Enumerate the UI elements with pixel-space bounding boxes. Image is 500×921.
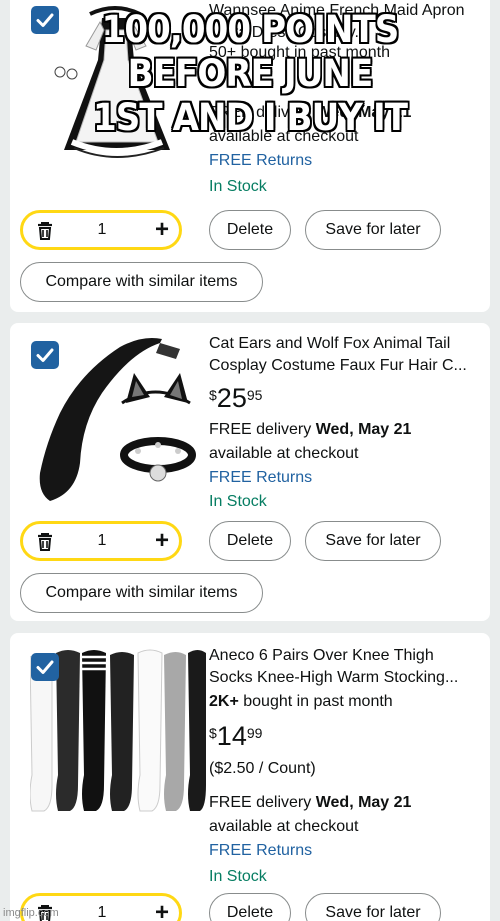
delivery-line: FREE delivery Wed, May 21 (209, 792, 411, 814)
meme-caption-line-1: 100,000 POINTS (101, 8, 400, 51)
bought-count: 2K+ bought in past month (209, 691, 393, 713)
trash-icon[interactable] (35, 532, 55, 552)
unit-price: ($2.50 / Count) (209, 760, 316, 777)
save-for-later-button[interactable]: Save for later (305, 521, 441, 561)
price: $2595 (209, 383, 262, 414)
price-whole: 25 (216, 383, 247, 413)
quantity-value: 1 (97, 532, 107, 549)
meme-caption: 100,000 POINTS BEFORE JUNE 1ST AND I BUY… (0, 8, 500, 140)
item-select-checkbox[interactable] (31, 653, 59, 681)
checkmark-icon (36, 348, 54, 362)
availability-text: available at checkout (209, 445, 359, 462)
checkmark-icon (36, 660, 54, 674)
cart-item-thigh-socks: Aneco 6 Pairs Over Knee Thigh Socks Knee… (10, 633, 490, 921)
meme-caption-line-2: BEFORE JUNE (127, 52, 374, 95)
quantity-stepper: 1 + (20, 521, 182, 561)
free-returns-link[interactable]: FREE Returns (209, 467, 312, 489)
stock-status: In Stock (209, 868, 267, 885)
save-for-later-button[interactable]: Save for later (305, 210, 441, 250)
delivery-prefix: FREE delivery (209, 794, 312, 811)
item-title[interactable]: Aneco 6 Pairs Over Knee Thigh Socks Knee… (209, 645, 481, 689)
price-whole: 14 (216, 721, 247, 751)
price-currency: $ (209, 725, 217, 741)
quantity-stepper: 1 + (20, 210, 182, 250)
quantity-value: 1 (97, 221, 107, 238)
plus-icon[interactable]: + (155, 898, 169, 921)
cart-item-cat-ears-tail: Cat Ears and Wolf Fox Animal Tail Cospla… (10, 323, 490, 621)
delivery-line: FREE delivery Wed, May 21 (209, 419, 411, 441)
price-currency: $ (209, 387, 217, 403)
item-title[interactable]: Cat Ears and Wolf Fox Animal Tail Cospla… (209, 333, 481, 377)
bought-count-rest: bought in past month (238, 693, 393, 710)
price-fraction: 99 (246, 725, 263, 741)
bought-count-bold: 2K+ (209, 693, 239, 710)
watermark: imgflip.com (3, 907, 59, 919)
delivery-date: Wed, May 21 (315, 421, 412, 438)
delete-button[interactable]: Delete (209, 893, 291, 921)
trash-icon[interactable] (35, 221, 55, 241)
plus-icon[interactable]: + (155, 215, 169, 245)
availability-text: available at checkout (209, 818, 359, 835)
compare-similar-button[interactable]: Compare with similar items (20, 262, 263, 302)
free-returns-link[interactable]: FREE Returns (209, 840, 312, 862)
stock-status: In Stock (209, 178, 267, 195)
delivery-date: Wed, May 21 (315, 794, 412, 811)
save-for-later-button[interactable]: Save for later (305, 893, 441, 921)
delivery-prefix: FREE delivery (209, 421, 312, 438)
delete-button[interactable]: Delete (209, 521, 291, 561)
plus-icon[interactable]: + (155, 526, 169, 556)
price-fraction: 95 (246, 387, 263, 403)
meme-caption-line-3: 1ST AND I BUY IT (93, 96, 408, 139)
compare-similar-button[interactable]: Compare with similar items (20, 573, 263, 613)
stock-status: In Stock (209, 493, 267, 510)
item-select-checkbox[interactable] (31, 341, 59, 369)
price: $1499 (209, 721, 262, 752)
delete-button[interactable]: Delete (209, 210, 291, 250)
quantity-value: 1 (97, 904, 107, 921)
free-returns-link[interactable]: FREE Returns (209, 150, 312, 172)
